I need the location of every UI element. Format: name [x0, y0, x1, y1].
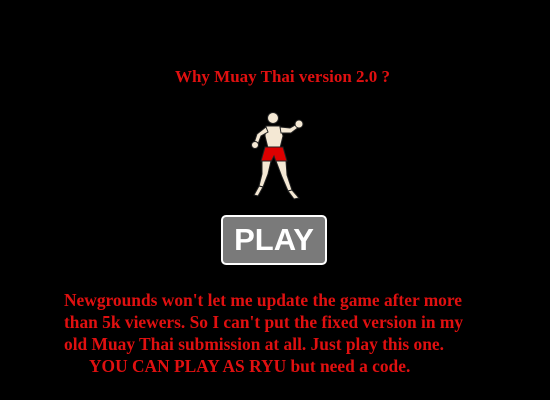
message-line: Newgrounds won't let me update the game …: [64, 290, 462, 310]
message-line-ryu-code: YOU CAN PLAY AS RYU but need a code.: [89, 356, 411, 376]
message-line: old Muay Thai submission at all. Just pl…: [64, 334, 444, 354]
game-screen: Why Muay Thai version 2.0 ? PLAY Newgrou…: [0, 0, 550, 400]
message-line: than 5k viewers. So I can't put the fixe…: [64, 312, 464, 332]
muay-thai-fighter-icon: [251, 112, 304, 200]
play-button[interactable]: PLAY: [221, 215, 327, 265]
page-title: Why Muay Thai version 2.0 ?: [174, 67, 391, 86]
info-message: Newgrounds won't let me update the game …: [64, 289, 550, 377]
